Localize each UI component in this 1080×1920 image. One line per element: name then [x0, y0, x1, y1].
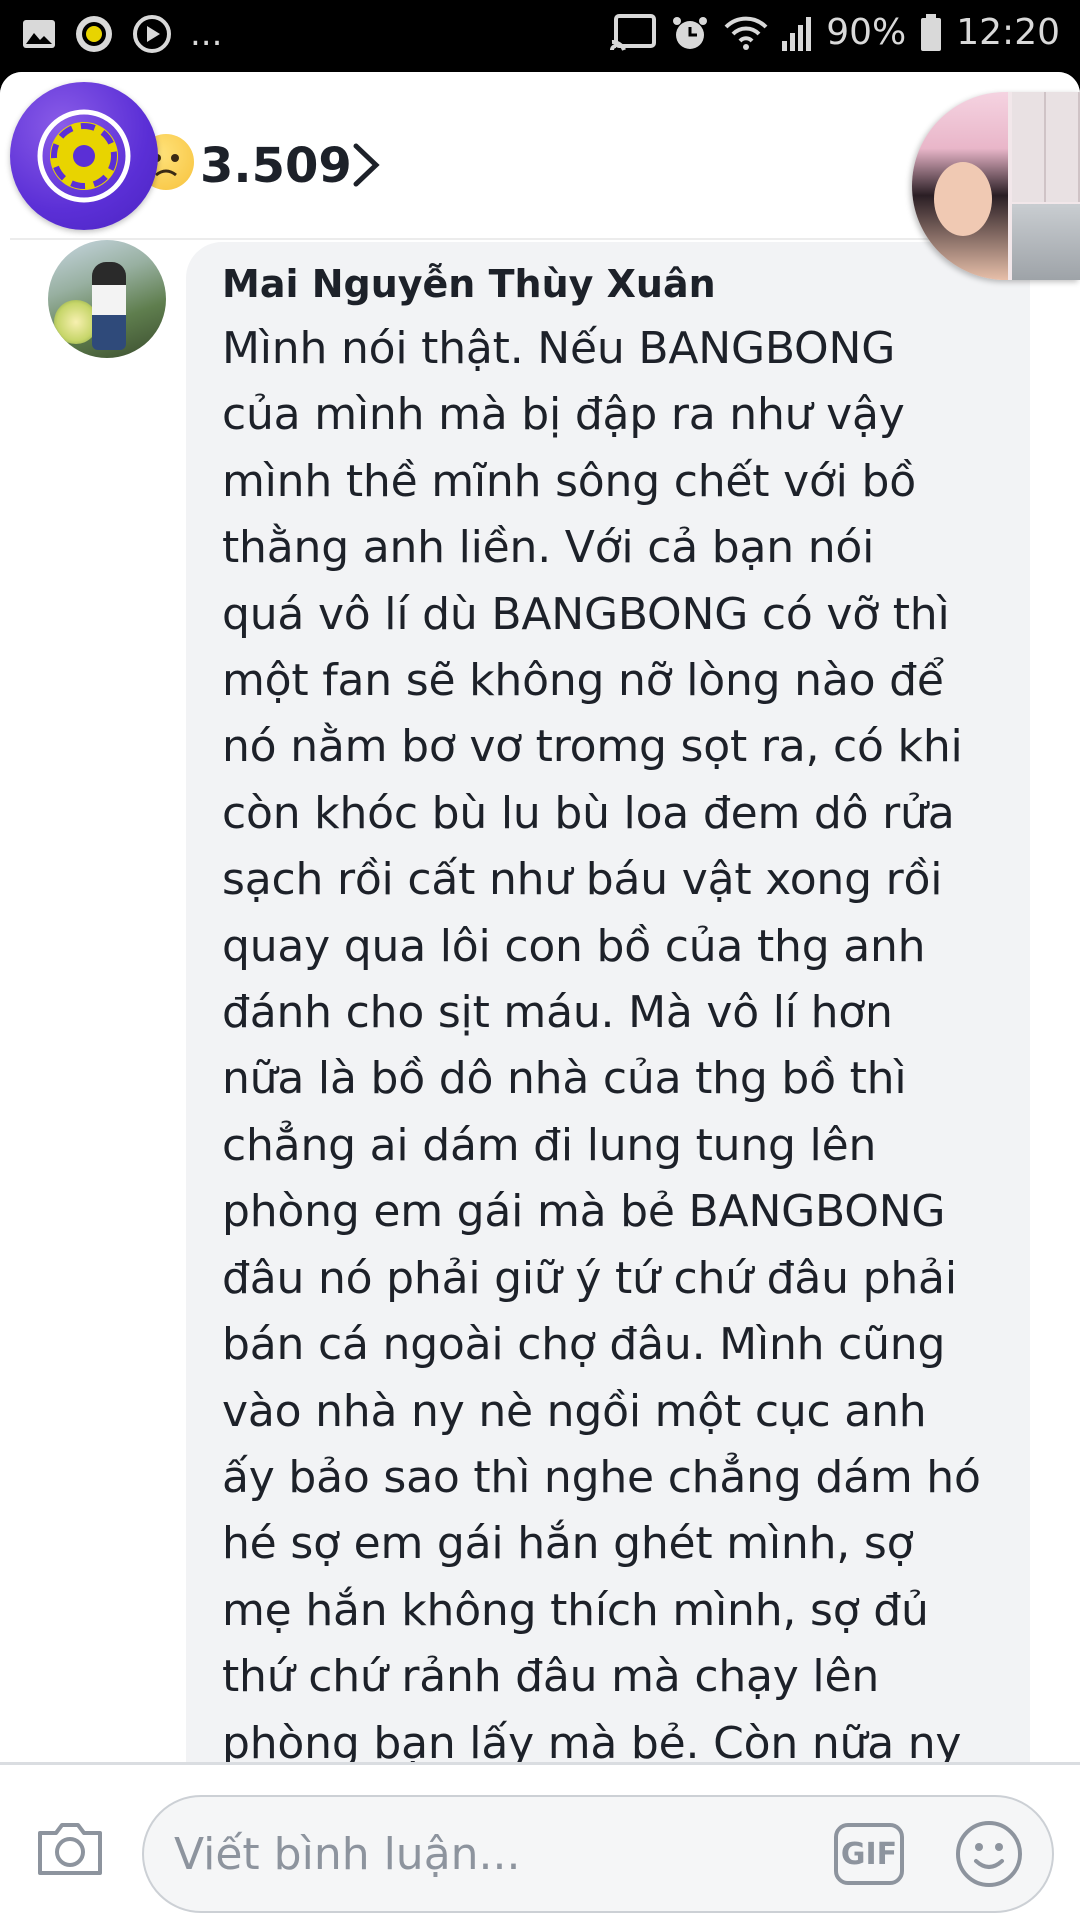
- comment-author[interactable]: Mai Nguyễn Thùy Xuân: [222, 262, 716, 306]
- photo-grid-thumbnail: [1012, 92, 1080, 202]
- camera-app-icon: [74, 14, 114, 54]
- comment-input[interactable]: Viết bình luận... GIF: [142, 1795, 1054, 1913]
- avatar-person: [92, 262, 126, 350]
- signal-icon: [782, 15, 812, 51]
- app-logo-icon[interactable]: [10, 82, 158, 230]
- alarm-icon: [670, 13, 710, 53]
- status-right-icons: 90% 12:20: [610, 12, 1060, 53]
- more-notifications: ...: [190, 14, 223, 54]
- profile-face: [934, 162, 992, 236]
- header-divider: [10, 238, 1070, 240]
- chevron-right-icon[interactable]: [352, 142, 380, 192]
- profile-photo-main: [912, 92, 1008, 280]
- comment-composer: Viết bình luận... GIF: [0, 1762, 1080, 1920]
- cast-icon: [610, 13, 657, 52]
- comment-text: Mình nói thật. Nếu BANGBONG của mình mà …: [222, 323, 981, 1769]
- battery-percent: 90%: [826, 12, 907, 53]
- avatar[interactable]: [48, 240, 166, 358]
- profile-thumbnails[interactable]: [912, 92, 1080, 280]
- wifi-icon: [724, 15, 768, 51]
- comments-sheet: 3.509 Mai Nguyễn Thùy Xuân Mình nói thật…: [0, 72, 1080, 1920]
- reaction-count[interactable]: 3.509: [200, 138, 352, 194]
- emoji-icon[interactable]: [954, 1819, 1024, 1893]
- gallery-icon: [22, 19, 56, 49]
- clock: 12:20: [956, 12, 1060, 53]
- media-icon: [132, 14, 172, 54]
- photo-thumbnail: [1012, 204, 1080, 280]
- status-left-icons: ...: [22, 14, 222, 54]
- comment-input-placeholder: Viết bình luận...: [174, 1829, 521, 1880]
- camera-icon[interactable]: [34, 1819, 106, 1883]
- battery-icon: [920, 13, 942, 52]
- gif-icon[interactable]: GIF: [834, 1823, 904, 1885]
- status-bar: ... 90% 12:20: [0, 0, 1080, 72]
